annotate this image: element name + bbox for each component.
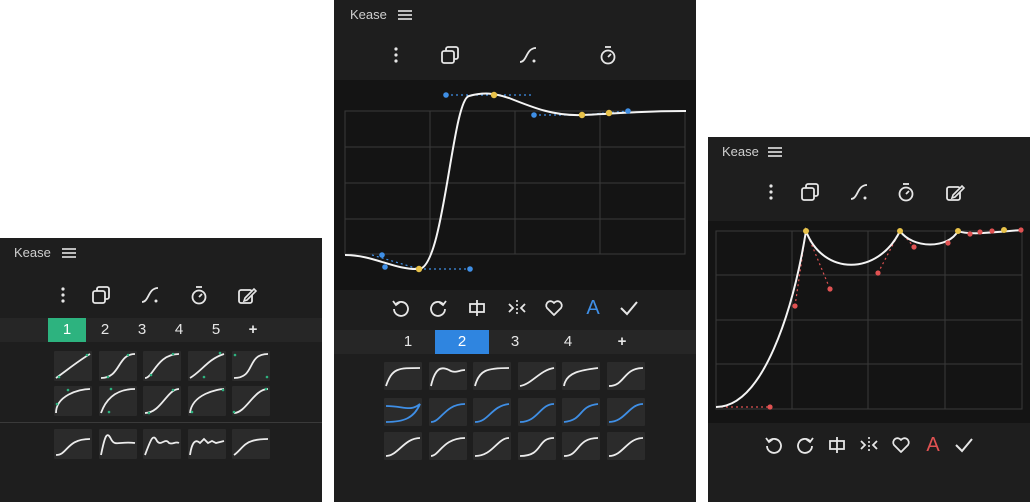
more-vertical-icon[interactable] — [381, 40, 411, 70]
preset-curve-tile[interactable] — [98, 386, 137, 416]
edit-icon[interactable] — [940, 177, 970, 207]
undo-icon[interactable] — [760, 431, 786, 459]
copy-icon[interactable] — [86, 280, 116, 310]
preset-curve-tile[interactable] — [517, 362, 556, 390]
mirror-icon[interactable] — [856, 431, 882, 459]
tab-3[interactable]: 3 — [489, 330, 541, 354]
preset-curve-tile[interactable] — [606, 362, 645, 390]
center-toolbar — [334, 40, 696, 76]
hamburger-menu-icon[interactable] — [398, 8, 412, 20]
left-panel-title: Kease — [14, 245, 51, 260]
tab-1[interactable]: 1 — [382, 330, 434, 354]
right-toolbar — [708, 177, 1030, 213]
tab-1[interactable]: 1 — [48, 318, 86, 342]
preset-curve-tile[interactable] — [517, 432, 556, 460]
left-panel: Kease 1 2 3 4 5 + — [0, 238, 322, 502]
curve-icon[interactable] — [844, 177, 874, 207]
check-icon[interactable] — [951, 431, 977, 459]
preset-curve-tile[interactable] — [428, 432, 467, 460]
left-titlebar: Kease — [0, 238, 322, 268]
curve-icon[interactable] — [135, 280, 165, 310]
edit-icon[interactable] — [232, 280, 262, 310]
preset-curve-tile[interactable] — [187, 351, 226, 381]
preset-curve-tile[interactable] — [562, 398, 600, 426]
tab-4[interactable]: 4 — [542, 330, 594, 354]
center-titlebar: Kease — [334, 0, 696, 30]
add-tab-button[interactable]: + — [234, 318, 272, 342]
redo-icon[interactable] — [793, 431, 819, 459]
tab-4[interactable]: 4 — [160, 318, 198, 342]
clip-icon[interactable] — [464, 294, 490, 322]
tab-5[interactable]: 5 — [197, 318, 235, 342]
bounce-curve-svg[interactable] — [708, 221, 1030, 423]
tab-2[interactable]: 2 — [435, 330, 489, 354]
preset-curve-tile[interactable] — [428, 362, 467, 390]
preset-curve-tile[interactable] — [232, 386, 270, 416]
preset-curve-tile[interactable] — [232, 351, 270, 381]
tab-2[interactable]: 2 — [86, 318, 124, 342]
preset-curve-tile[interactable] — [562, 362, 600, 390]
right-titlebar: Kease — [708, 137, 1030, 167]
more-vertical-icon[interactable] — [756, 177, 786, 207]
preset-curve-tile[interactable] — [54, 429, 92, 459]
preset-curve-tile[interactable] — [143, 351, 181, 381]
stopwatch-icon[interactable] — [184, 280, 214, 310]
preset-curve-tile[interactable] — [384, 362, 422, 390]
preset-curve-tile[interactable] — [143, 386, 181, 416]
undo-icon[interactable] — [387, 294, 413, 322]
text-a-button[interactable]: A — [580, 294, 606, 322]
more-vertical-icon[interactable] — [48, 280, 78, 310]
hamburger-menu-icon[interactable] — [62, 246, 76, 258]
preset-curve-tile[interactable] — [54, 351, 92, 381]
preset-curve-tile[interactable] — [54, 386, 92, 416]
preset-curve-tile[interactable] — [606, 432, 645, 460]
heart-icon[interactable] — [541, 294, 567, 322]
preset-curve-tile[interactable] — [384, 398, 422, 426]
preset-curve-tile[interactable] — [384, 432, 422, 460]
left-divider — [0, 422, 322, 423]
add-tab-button[interactable]: + — [596, 330, 648, 354]
hamburger-menu-icon[interactable] — [768, 145, 782, 157]
check-icon[interactable] — [616, 294, 642, 322]
text-a-button[interactable]: A — [920, 431, 946, 459]
preset-curve-tile[interactable] — [98, 429, 137, 459]
preset-curve-tile[interactable] — [473, 432, 511, 460]
mirror-icon[interactable] — [504, 294, 530, 322]
stopwatch-icon[interactable] — [891, 177, 921, 207]
center-panel-title: Kease — [350, 7, 387, 22]
preset-curve-tile[interactable] — [143, 429, 181, 459]
preset-curve-tile[interactable] — [232, 429, 270, 459]
curve-icon[interactable] — [513, 40, 543, 70]
bounce-curve-graph[interactable] — [708, 221, 1030, 423]
right-action-bar: A — [708, 429, 1030, 463]
center-action-bar: A — [334, 292, 696, 326]
curve-editor-graph[interactable] — [334, 80, 696, 290]
preset-curve-tile[interactable] — [428, 398, 467, 426]
right-panel: Kease A — [708, 137, 1030, 502]
center-tab-bar: 1 2 3 4 + — [334, 330, 696, 354]
preset-curve-tile[interactable] — [473, 398, 511, 426]
copy-icon[interactable] — [435, 40, 465, 70]
clip-icon[interactable] — [824, 431, 850, 459]
right-panel-title: Kease — [722, 144, 759, 159]
center-panel: Kease A 1 2 3 4 + — [334, 0, 696, 502]
left-tab-bar: 1 2 3 4 5 + — [0, 318, 322, 342]
tab-3[interactable]: 3 — [123, 318, 161, 342]
curve-editor-svg[interactable] — [334, 80, 696, 290]
preset-curve-tile[interactable] — [187, 429, 226, 459]
preset-curve-tile[interactable] — [473, 362, 511, 390]
redo-icon[interactable] — [426, 294, 452, 322]
preset-curve-tile[interactable] — [606, 398, 645, 426]
preset-curve-tile[interactable] — [517, 398, 556, 426]
copy-icon[interactable] — [795, 177, 825, 207]
preset-curve-tile[interactable] — [562, 432, 600, 460]
preset-curve-tile[interactable] — [98, 351, 137, 381]
heart-icon[interactable] — [888, 431, 914, 459]
stopwatch-icon[interactable] — [593, 40, 623, 70]
preset-curve-tile[interactable] — [187, 386, 226, 416]
left-toolbar — [0, 280, 322, 316]
